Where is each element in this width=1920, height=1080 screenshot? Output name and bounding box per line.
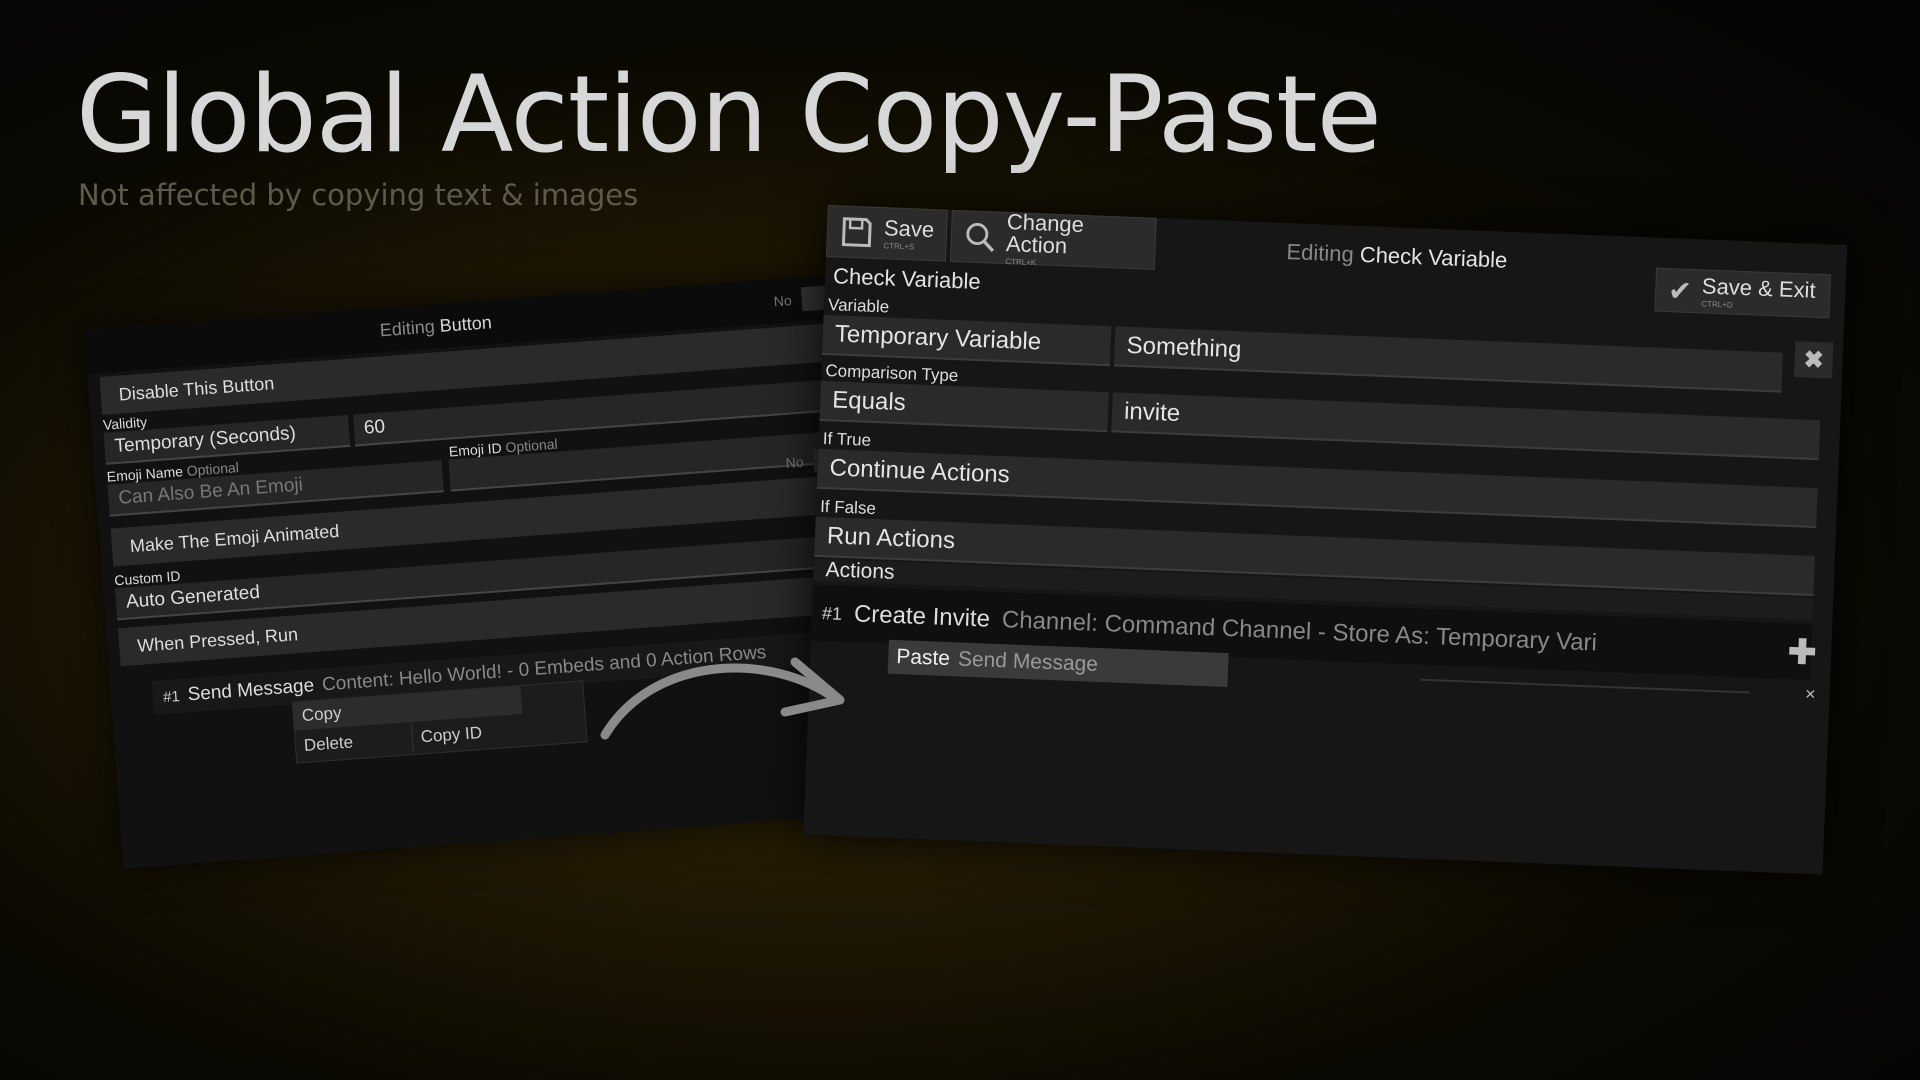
editing-name: Button: [438, 312, 493, 336]
editing-prefix: Editing: [1286, 239, 1355, 267]
search-icon: [966, 223, 995, 252]
comparison-value-input[interactable]: invite: [1111, 392, 1821, 461]
change-action-label: Change Action: [1005, 208, 1085, 258]
save-shortcut: CTRL+S: [883, 240, 915, 251]
disable-label: Disable This Button: [118, 372, 275, 405]
plus-icon[interactable]: ✚: [1787, 633, 1818, 672]
save-button[interactable]: Save CTRL+S: [825, 205, 948, 262]
if-true-label: If True: [822, 428, 872, 450]
paste-label: Paste: [895, 645, 951, 671]
paste-action-name: Send Message: [957, 647, 1099, 676]
copy-id-menu-item[interactable]: Copy ID: [410, 715, 525, 753]
when-pressed-label: When Pressed, Run: [136, 623, 299, 656]
variable-type-select[interactable]: Temporary Variable: [822, 314, 1112, 367]
editing-prefix: Editing: [379, 316, 436, 341]
if-false-label: If False: [819, 496, 877, 519]
save-exit-button[interactable]: ✔ Save & Exit CTRL+D: [1654, 267, 1832, 319]
editing-button-panel: Editing Button ✔ No Disable This Button …: [84, 263, 922, 869]
delete-menu-item[interactable]: Delete: [295, 724, 409, 760]
variable-label: Variable: [827, 295, 890, 317]
curved-arrow-icon: [600, 657, 845, 740]
action-name: Create Invite: [853, 600, 991, 633]
scrollbar[interactable]: [1419, 678, 1750, 694]
close-icon[interactable]: ×: [1805, 684, 1816, 705]
action-title: Check Variable: [832, 263, 982, 295]
change-action-shortcut: CTRL+K: [1005, 256, 1037, 267]
animated-label: Make The Emoji Animated: [129, 520, 340, 556]
animated-toggle-state: No: [785, 453, 805, 471]
save-exit-label: Save & Exit: [1701, 272, 1817, 303]
save-icon: [841, 217, 872, 248]
editing-name: Check Variable: [1359, 241, 1508, 273]
change-action-button[interactable]: Change Action CTRL+K: [949, 208, 1157, 270]
toggle-state-label: No: [773, 292, 793, 310]
close-icon[interactable]: ✖: [1793, 341, 1834, 379]
page-subtitle: Not affected by copying text & images: [78, 178, 639, 212]
save-label: Save: [883, 214, 935, 242]
comparison-type-select[interactable]: Equals: [819, 380, 1109, 433]
if-true-select[interactable]: Continue Actions: [816, 448, 1818, 529]
action-number: #1: [821, 602, 843, 624]
page-headline: Global Action Copy-Paste: [76, 53, 1382, 176]
save-exit-shortcut: CTRL+D: [1701, 298, 1733, 310]
variable-name-input[interactable]: Something: [1113, 326, 1783, 393]
action-number: #1: [162, 687, 181, 706]
panel-title: Editing Check Variable: [1286, 239, 1508, 274]
editing-check-variable-panel: Save CTRL+S Change Action CTRL+K Editing…: [803, 205, 1848, 875]
check-icon: ✔: [1667, 274, 1693, 307]
disable-toggle[interactable]: [800, 285, 827, 312]
